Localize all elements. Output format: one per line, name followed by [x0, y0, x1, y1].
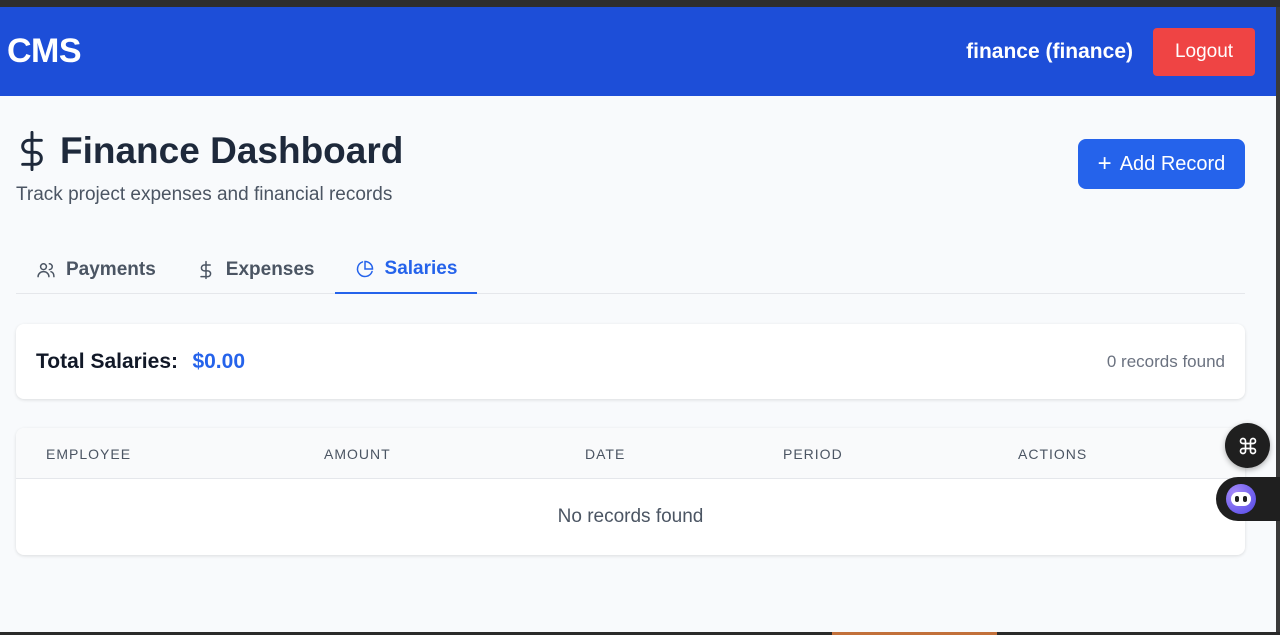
browser-top-edge — [0, 0, 1280, 7]
column-header-date[interactable]: DATE — [585, 446, 625, 462]
add-record-label: Add Record — [1119, 152, 1226, 175]
nav-right: finance (finance) Logout — [966, 27, 1255, 76]
app-window: CMS finance (finance) Logout Finance Das… — [0, 7, 1276, 632]
brand-logo[interactable]: CMS — [7, 32, 82, 71]
summary-card: Total Salaries: $0.00 0 records found — [16, 324, 1245, 399]
bot-icon — [1226, 484, 1256, 514]
add-record-button[interactable]: + Add Record — [1078, 139, 1245, 189]
page-header: Finance Dashboard Track project expenses… — [16, 96, 1245, 226]
quick-actions-button[interactable] — [1225, 423, 1270, 468]
tab-label: Salaries — [384, 258, 458, 279]
tab-payments[interactable]: Payments — [16, 246, 176, 294]
main-content: Finance Dashboard Track project expenses… — [16, 96, 1245, 555]
page-title-row: Finance Dashboard — [16, 130, 403, 172]
pie-chart-icon — [356, 260, 373, 278]
column-header-employee[interactable]: EMPLOYEE — [46, 446, 131, 462]
total-value: $0.00 — [192, 349, 246, 373]
column-header-period[interactable]: PERIOD — [783, 446, 843, 462]
tab-bar: Payments Expenses Salaries — [16, 246, 1245, 294]
total-salaries: Total Salaries: $0.00 — [36, 350, 245, 374]
page-title: Finance Dashboard — [60, 130, 404, 171]
users-icon — [37, 263, 55, 278]
column-header-actions: ACTIONS — [1018, 446, 1088, 462]
tab-label: Expenses — [225, 259, 315, 280]
dollar-icon — [200, 260, 212, 280]
tab-expenses[interactable]: Expenses — [176, 246, 335, 294]
column-header-amount[interactable]: AMOUNT — [324, 446, 391, 462]
plus-icon: + — [1097, 150, 1112, 177]
table-header: EMPLOYEE AMOUNT DATE PERIOD ACTIONS — [16, 428, 1245, 479]
command-icon — [1239, 437, 1256, 454]
salaries-table: EMPLOYEE AMOUNT DATE PERIOD ACTIONS No r… — [16, 428, 1245, 555]
dollar-icon — [21, 131, 43, 171]
page-subtitle: Track project expenses and financial rec… — [16, 184, 393, 205]
tab-label: Payments — [66, 259, 156, 280]
logout-button[interactable]: Logout — [1153, 27, 1255, 76]
empty-state: No records found — [557, 506, 704, 527]
user-label: finance (finance) — [966, 39, 1133, 63]
navbar: CMS finance (finance) Logout — [0, 7, 1276, 96]
records-count: 0 records found — [1106, 351, 1225, 371]
tab-salaries[interactable]: Salaries — [334, 246, 478, 294]
assistant-button[interactable] — [1216, 477, 1280, 521]
total-label: Total Salaries: — [36, 349, 178, 373]
